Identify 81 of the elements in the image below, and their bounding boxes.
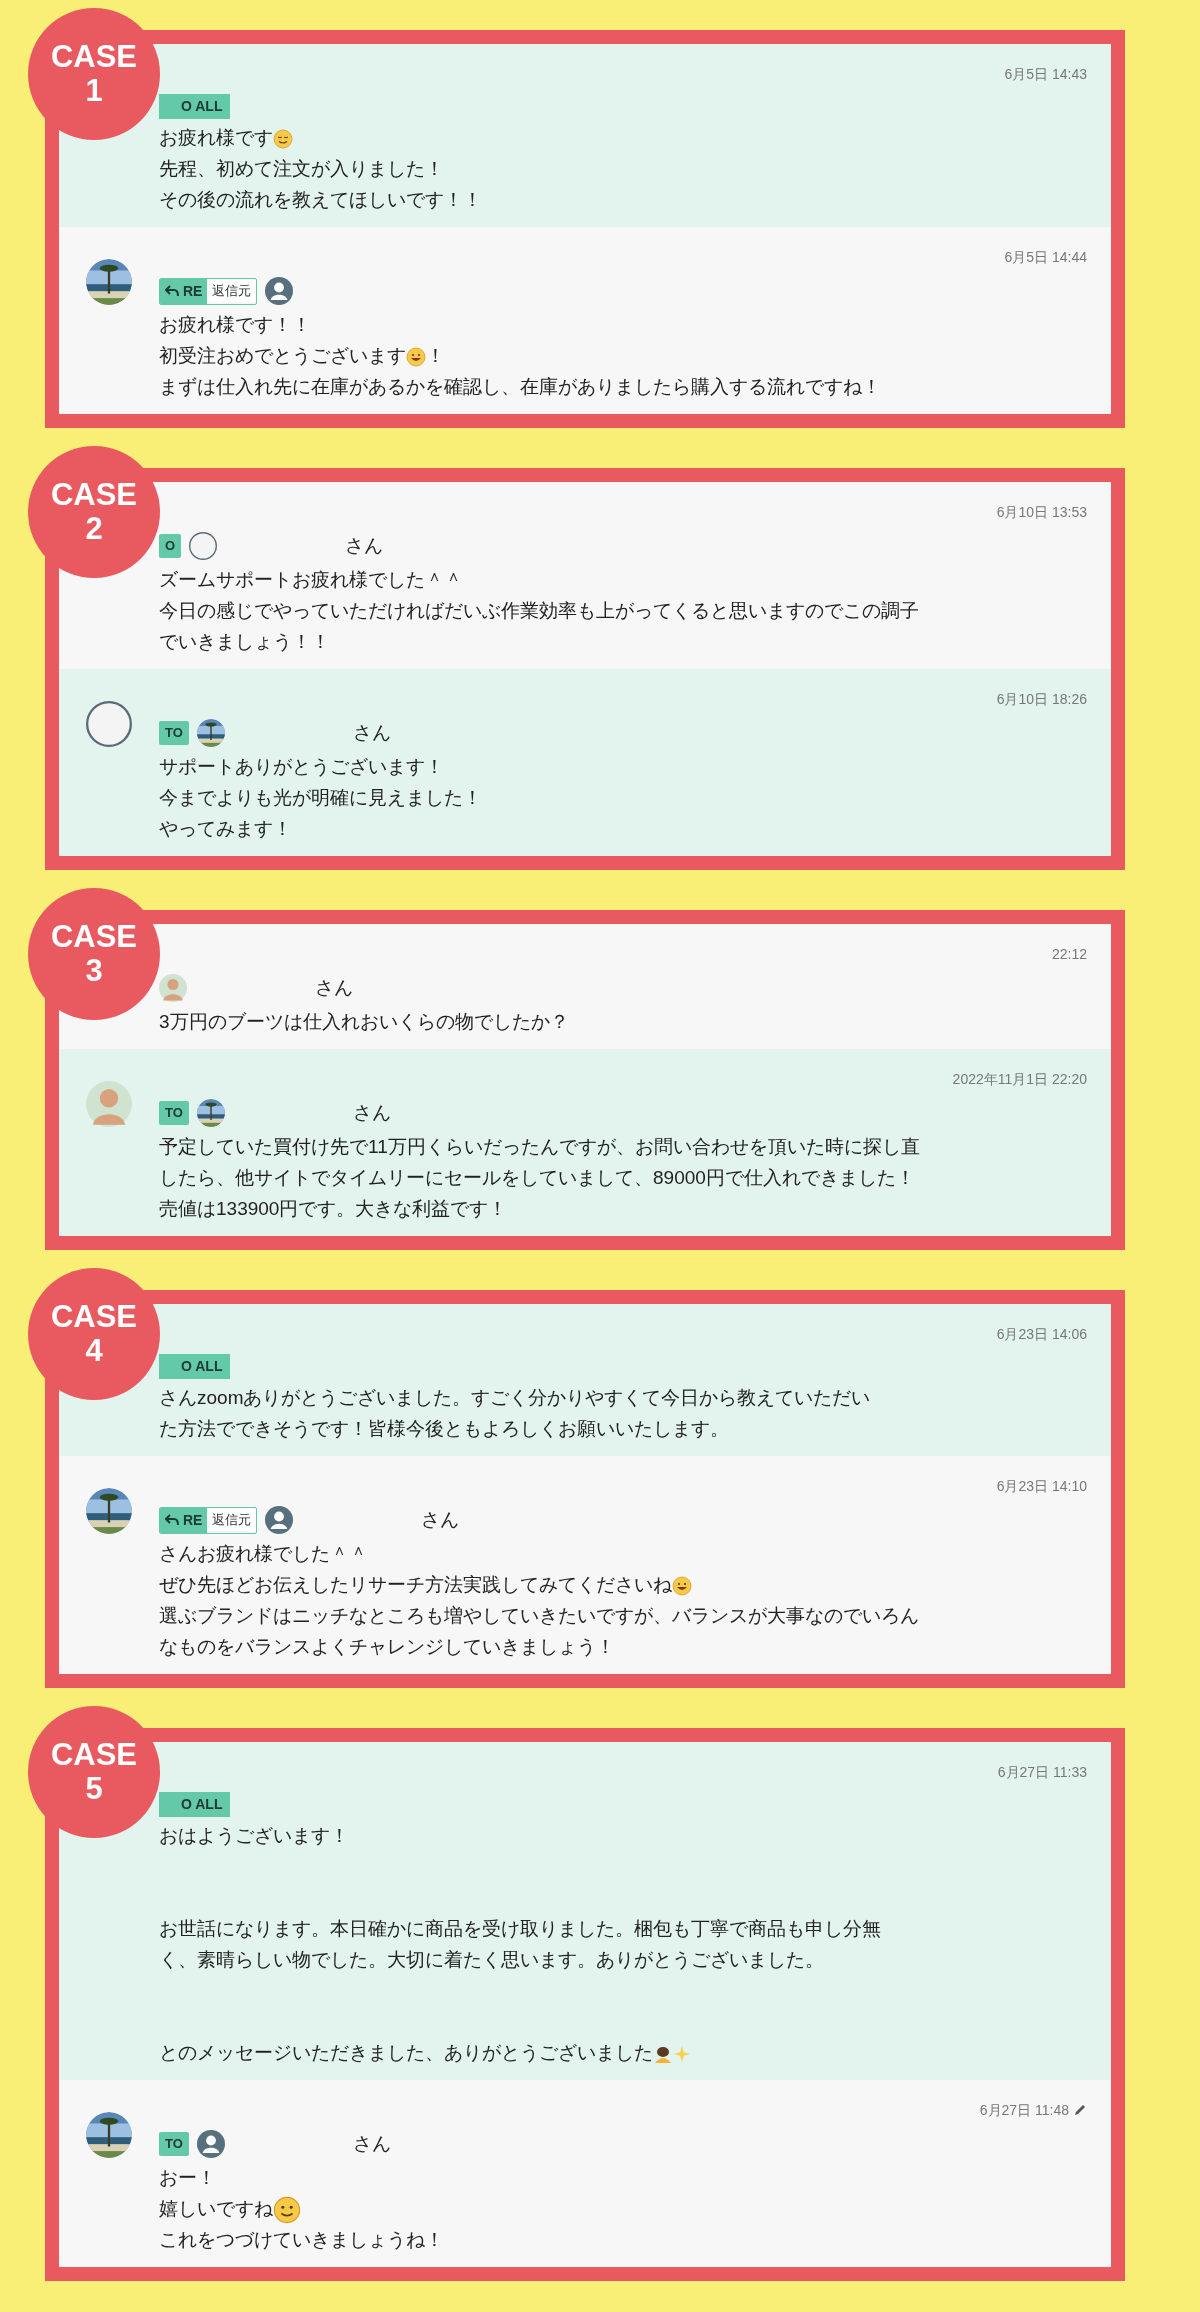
sparkle-icon: [673, 2045, 691, 2063]
message-text: なものをバランスよくチャレンジしていきましょう！: [159, 1635, 616, 1659]
message-text: 選ぶブランドはニッチなところも増やしていきたいですが、バランスが大事なのでいろん: [159, 1604, 920, 1628]
message-text: とのメッセージいただきました、ありがとうございました: [159, 2037, 1087, 2068]
reply-source-label: 返信元: [207, 1509, 257, 1531]
message-text: 今までよりも光が明確に見えました！: [159, 786, 483, 810]
recipient-suffix: さん: [352, 720, 391, 745]
message-text: 売値は133900円です。大きな利益です！: [159, 1197, 509, 1221]
user-icon: [265, 1506, 294, 1534]
case-label: CASE: [50, 1300, 138, 1334]
case-number: 3: [85, 954, 103, 988]
case-number: 1: [85, 74, 103, 108]
message-time: 6月27日 11:33: [997, 1762, 1087, 1782]
message-text: た方法でできそうです！皆様今後ともよろしくお願いいたします。: [159, 1417, 730, 1441]
message-text: サポートありがとうございます！: [159, 755, 445, 779]
to-tag: TO: [159, 2132, 189, 2156]
message-text: その後の流れを教えてほしいです！！: [159, 188, 483, 212]
reply-label: RE: [183, 281, 203, 301]
message-time: 6月23日 14:06: [996, 1324, 1087, 1344]
reply-label: RE: [183, 1510, 203, 1530]
message-text: お疲れ様です: [159, 122, 1087, 153]
to-tag: O: [159, 534, 182, 558]
to-all-tag: O ALL: [159, 1791, 231, 1817]
user-icon: [196, 2130, 225, 2158]
smiley-icon: [406, 347, 426, 367]
message-time: 6月5日 14:43: [1004, 64, 1087, 84]
avatar-icon: [86, 701, 132, 747]
reply-arrow-icon: [165, 1514, 179, 1526]
reply-arrow-icon: [165, 285, 179, 297]
bowing-figure-icon: [653, 2044, 673, 2064]
smiley-icon: [672, 1576, 692, 1596]
message-text: 今日の感じでやっていただければだいぶ作業効率も上がってくると思いますのでこの調子: [159, 599, 920, 623]
avatar-icon: [189, 532, 218, 560]
reply-source-label: 返信元: [207, 280, 257, 302]
case-label: CASE: [50, 920, 138, 954]
message-text: おはようございます！: [159, 1824, 350, 1848]
message-time: 6月5日 14:44: [1004, 247, 1087, 267]
message-time: 2022年11月1日 22:20: [952, 1069, 1087, 1089]
message-text: おー！: [159, 2166, 217, 2190]
message-time: 6月23日 14:10: [996, 1476, 1087, 1496]
message-text: さんお疲れ様でした＾＾: [159, 1542, 369, 1566]
recipient-suffix: さん: [421, 1507, 460, 1532]
case-label: CASE: [50, 1738, 138, 1772]
message-text: まずは仕入れ先に在庫があるかを確認し、在庫がありましたら購入する流れですね！: [159, 375, 882, 399]
to-all-tag: O ALL: [159, 1353, 231, 1379]
message-text: 初受注おめでとうございます ！: [159, 344, 446, 369]
message-text: お世話になります。本日確かに商品を受け取りました。梱包も丁寧で商品も申し分無: [159, 1917, 882, 1941]
avatar-icon: [159, 974, 187, 1002]
case-number: 2: [85, 512, 103, 546]
message-time: 6月27日 11:48: [979, 2100, 1069, 2120]
smiley-icon: [273, 2196, 301, 2224]
to-tag: TO: [159, 721, 189, 745]
to-all-tag: O ALL: [159, 93, 231, 119]
message-text: ズームサポートお疲れ様でした＾＾: [159, 568, 464, 592]
avatar-icon: [86, 1081, 132, 1127]
message-text: 先程、初めて注文が入りました！: [159, 157, 445, 181]
message-text: これをつづけていきましょうね！: [159, 2228, 445, 2252]
case-number: 5: [85, 1772, 103, 1806]
case-label: CASE: [50, 40, 138, 74]
message-text: やってみます！: [159, 817, 293, 841]
message-text: したら、他サイトでタイムリーにセールをしていまして、89000円で仕入れできました！: [159, 1166, 916, 1190]
user-icon: [265, 277, 294, 305]
case-label: CASE: [50, 478, 138, 512]
recipient-suffix: さん: [315, 975, 353, 1000]
recipient-suffix: さん: [352, 2131, 391, 2156]
message-text: さんzoomありがとうございました。すごく分かりやすくて今日から教えていただい: [159, 1386, 872, 1410]
message-time: 6月10日 18:26: [996, 689, 1087, 709]
message-time: 22:12: [1051, 944, 1087, 964]
message-text: ぜひ先ほどお伝えしたリサーチ方法実践してみてくださいね: [159, 1569, 1087, 1600]
message-text: でいきましょう！！: [159, 630, 331, 654]
recipient-suffix: さん: [345, 533, 384, 558]
to-tag: TO: [159, 1101, 189, 1125]
smiley-icon: [273, 129, 293, 149]
case-number: 4: [85, 1334, 103, 1368]
recipient-suffix: さん: [352, 1100, 391, 1125]
message-text: く、素晴らしい物でした。大切に着たく思います。ありがとうございました。: [159, 1948, 825, 1972]
message-text: 3万円のブーツは仕入れおいくらの物でしたか？: [159, 1010, 570, 1034]
message-text: お疲れ様です！！: [159, 313, 312, 337]
message-text: 予定していた買付け先で11万円くらいだったんですが、お問い合わせを頂いた時に探し直: [159, 1135, 921, 1159]
message-text: 嬉しいですね: [159, 2193, 1087, 2224]
message-time: 6月10日 13:53: [996, 502, 1087, 522]
